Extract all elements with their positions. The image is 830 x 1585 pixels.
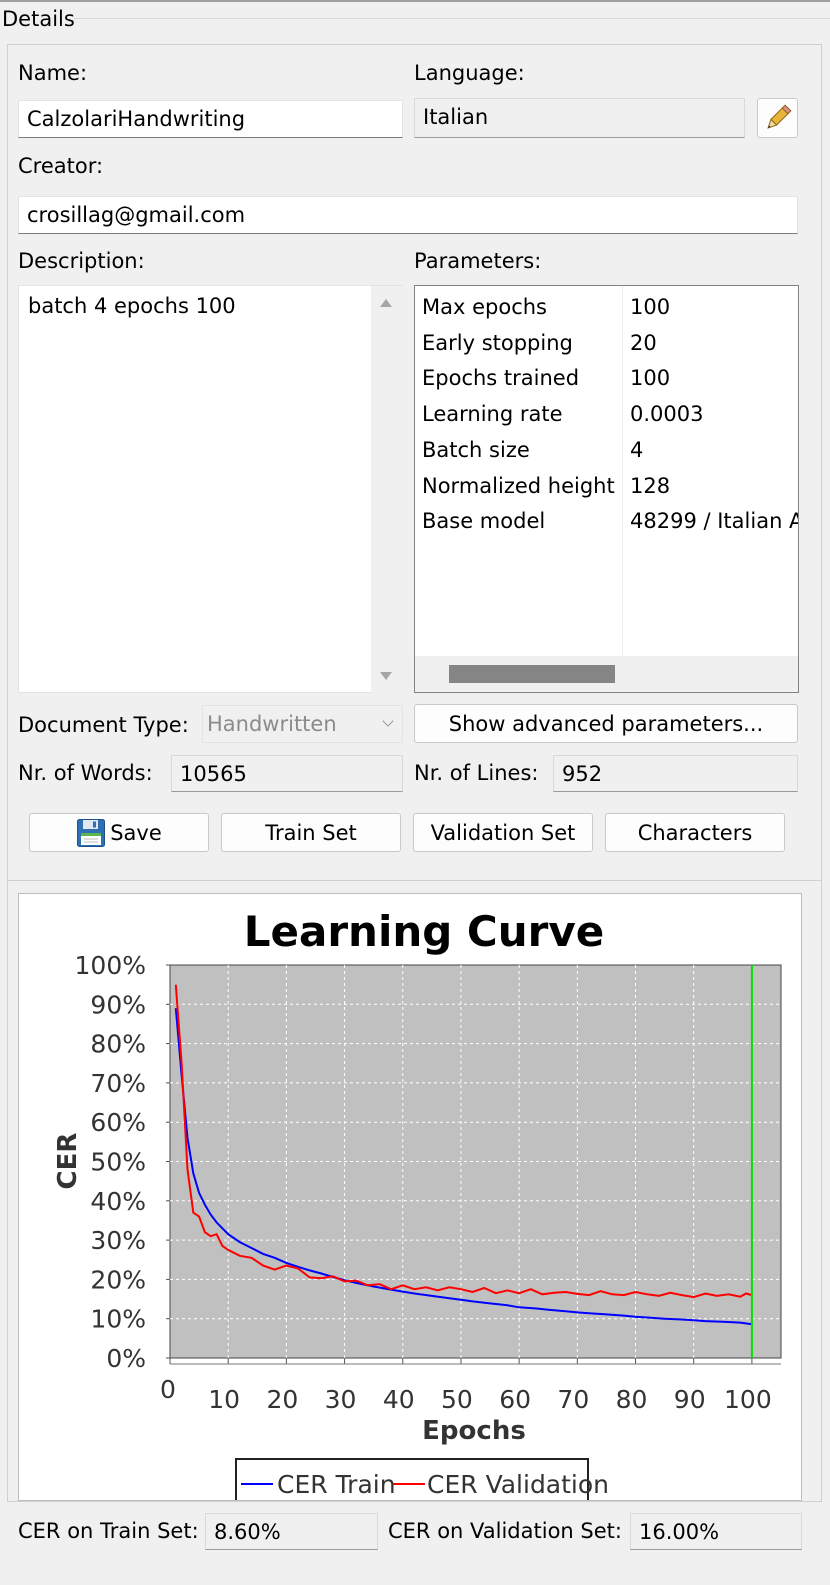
description-label: Description: bbox=[18, 249, 145, 273]
param-value: 48299 / Italian A bbox=[630, 509, 799, 534]
description-textarea[interactable]: batch 4 epochs 100 bbox=[18, 285, 403, 694]
creator-label: Creator: bbox=[18, 154, 104, 178]
x-tick-label: 90 bbox=[674, 1385, 706, 1414]
learning-curve-svg: Learning Curve 0% 10% 20% 30% 40% 50% 60% 70% 80… bbox=[53, 907, 782, 1500]
x-tick-label: 100 bbox=[724, 1385, 772, 1414]
x-tick-label: 40 bbox=[383, 1385, 415, 1414]
parameters-label: Parameters: bbox=[414, 249, 542, 273]
x-tick-label: 50 bbox=[441, 1385, 473, 1414]
pencil-icon bbox=[766, 104, 791, 129]
y-tick-label: 100% bbox=[75, 951, 146, 980]
param-value: 100 bbox=[630, 295, 671, 319]
y-tick-label: 70% bbox=[90, 1069, 146, 1098]
group-divider bbox=[74, 18, 830, 19]
param-key: Max epochs bbox=[422, 295, 547, 319]
x-tick-label: 20 bbox=[266, 1385, 298, 1414]
y-tick-label: 20% bbox=[90, 1265, 146, 1294]
document-type-value: Handwritten bbox=[207, 712, 337, 736]
hscroll-thumb[interactable] bbox=[449, 665, 615, 683]
parameters-hscrollbar[interactable] bbox=[415, 656, 798, 692]
legend-train-label: CER Train bbox=[277, 1470, 396, 1499]
group-title: Details bbox=[2, 7, 75, 31]
y-tick-label: 30% bbox=[90, 1226, 146, 1255]
x-tick-label: 10 bbox=[208, 1385, 240, 1414]
learning-curve-chart: Learning Curve 0% 10% 20% 30% 40% 50% 60% 70% 80… bbox=[18, 893, 802, 1501]
x-tick-label: 60 bbox=[499, 1385, 531, 1414]
parameters-column-divider bbox=[622, 286, 623, 656]
lines-field: 952 bbox=[553, 755, 798, 792]
y-tick-label: 10% bbox=[90, 1305, 146, 1334]
words-field: 10565 bbox=[171, 755, 403, 792]
train-set-button[interactable]: Train Set bbox=[221, 813, 401, 852]
characters-button[interactable]: Characters bbox=[605, 813, 785, 852]
parameters-table[interactable]: Max epochs 100 Early stopping 20 Epochs … bbox=[414, 285, 799, 693]
top-border bbox=[0, 0, 830, 2]
param-value: 128 bbox=[630, 473, 671, 498]
lines-label: Nr. of Lines: bbox=[414, 761, 539, 785]
chevron-down-icon bbox=[382, 715, 394, 727]
floppy-disk-icon bbox=[77, 818, 106, 847]
name-input[interactable]: CalzolariHandwriting bbox=[18, 100, 403, 138]
x-tick-label: 30 bbox=[325, 1385, 357, 1414]
cer-validation-field: 16.00% bbox=[630, 1513, 802, 1550]
y-axis-label: CER bbox=[53, 1133, 83, 1190]
document-type-label: Document Type: bbox=[18, 713, 189, 737]
y-tick-label: 60% bbox=[90, 1108, 146, 1137]
param-value: 100 bbox=[630, 366, 671, 391]
description-scrollbar[interactable] bbox=[371, 286, 403, 694]
validation-set-button[interactable]: Validation Set bbox=[413, 813, 593, 852]
param-key: Batch size bbox=[422, 437, 530, 462]
scroll-down-icon[interactable] bbox=[380, 672, 392, 680]
y-tick-label: 90% bbox=[90, 990, 146, 1019]
y-tick-label: 80% bbox=[90, 1030, 146, 1059]
y-tick-label: 40% bbox=[90, 1187, 146, 1216]
param-value: 4 bbox=[630, 437, 644, 462]
language-field: Italian bbox=[414, 98, 745, 138]
language-label: Language: bbox=[414, 61, 525, 85]
document-type-select[interactable]: Handwritten bbox=[202, 705, 403, 743]
y-tick-label: 0% bbox=[106, 1344, 146, 1373]
param-value: 0.0003 bbox=[630, 402, 704, 427]
x-tick-label: 70 bbox=[557, 1385, 589, 1414]
cer-validation-label: CER on Validation Set: bbox=[388, 1519, 622, 1543]
param-key: Epochs trained bbox=[422, 366, 580, 391]
param-key: Normalized height bbox=[422, 473, 615, 498]
save-button-label: Save bbox=[110, 820, 162, 845]
name-label: Name: bbox=[18, 61, 88, 85]
edit-language-button[interactable] bbox=[757, 98, 798, 138]
description-text: batch 4 epochs 100 bbox=[28, 294, 236, 318]
y-tick-label: 50% bbox=[90, 1148, 146, 1177]
creator-input[interactable]: crosillag@gmail.com bbox=[18, 196, 798, 234]
scroll-up-icon[interactable] bbox=[380, 299, 392, 307]
cer-train-field: 8.60% bbox=[205, 1513, 378, 1550]
x-tick-label: 0 bbox=[160, 1375, 176, 1404]
legend-validation-label: CER Validation bbox=[427, 1470, 609, 1499]
save-button[interactable]: Save bbox=[29, 813, 209, 852]
x-tick-label: 80 bbox=[616, 1385, 648, 1414]
x-axis-label: Epochs bbox=[422, 1416, 526, 1446]
chart-title: Learning Curve bbox=[244, 907, 605, 956]
param-key: Early stopping bbox=[422, 330, 573, 355]
param-key: Base model bbox=[422, 509, 546, 534]
show-advanced-parameters-button[interactable]: Show advanced parameters... bbox=[414, 704, 798, 743]
param-key: Learning rate bbox=[422, 402, 563, 427]
cer-train-label: CER on Train Set: bbox=[18, 1519, 199, 1543]
param-value: 20 bbox=[630, 330, 657, 355]
words-label: Nr. of Words: bbox=[18, 761, 153, 785]
